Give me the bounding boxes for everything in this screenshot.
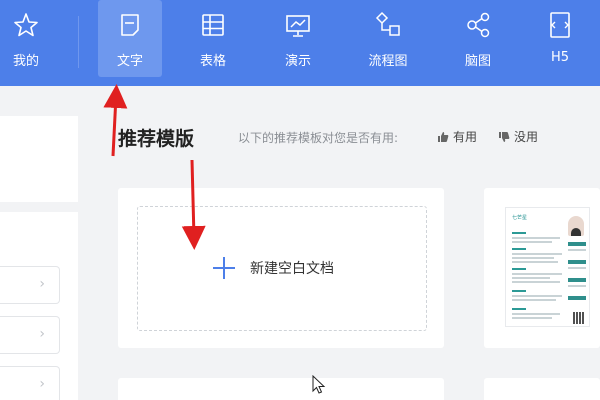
sidebar-list-item[interactable]: › [0,366,60,400]
useless-label: 没用 [514,130,539,144]
top-toolbar: 我的 文字 表格 演示 流程图 脑图 H5 [0,0,600,86]
toolbar-item-text[interactable]: 文字 [98,0,162,86]
sidebar-list-item[interactable]: › [0,266,60,304]
toolbar-item-h5[interactable]: H5 [530,0,590,86]
toolbar-item-table[interactable]: 表格 [183,0,243,86]
toolbar-item-flowchart[interactable]: 流程图 [358,0,418,86]
new-blank-doc-button[interactable]: 新建空白文档 [212,256,334,280]
template-card[interactable] [484,378,600,400]
resume-photo [568,216,584,236]
sidebar-card-top [0,116,78,202]
useless-button[interactable]: 没用 [498,128,538,145]
toolbar-item-label: 文字 [116,54,143,69]
arrow-up-to-text-tab [103,84,128,157]
toolbar-item-presentation[interactable]: 演示 [268,0,328,86]
presentation-icon [286,15,310,37]
section-title: 推荐模版 [118,128,195,150]
new-blank-doc-label: 新建空白文档 [250,261,334,277]
toolbar-item-mine[interactable]: 我的 [0,0,52,86]
toolbar-item-label: 表格 [199,54,226,69]
toolbar-item-label: 脑图 [464,54,491,69]
table-icon [202,14,224,36]
mouse-cursor-icon [312,375,326,394]
thumbs-up-icon [438,131,449,142]
useful-button[interactable]: 有用 [437,128,477,145]
flowchart-icon [375,11,400,36]
sidebar-list-item[interactable]: › [0,316,60,354]
resume-template-thumbnail[interactable]: 七芒星 [505,207,590,327]
chevron-right-icon: › [39,376,45,392]
toolbar-divider [78,16,79,68]
toolbar-item-mindmap[interactable]: 脑图 [448,0,508,86]
star-icon [14,13,38,37]
h5-icon [550,12,570,38]
toolbar-item-label: 演示 [284,54,311,69]
resume-name: 七芒星 [512,215,528,221]
document-icon [121,14,139,36]
template-card[interactable] [118,378,444,400]
thumbs-down-icon [499,131,510,142]
plus-icon [212,256,236,280]
toolbar-item-label: H5 [550,50,570,65]
mindmap-icon [467,12,490,38]
useful-label: 有用 [453,130,478,144]
chevron-right-icon: › [39,276,45,292]
toolbar-item-label: 我的 [12,54,39,69]
qr-code [573,312,585,324]
sidebar-card-list: › › › [0,212,78,400]
feedback-prompt: 以下的推荐模板对您是否有用: [238,131,399,145]
toolbar-item-label: 流程图 [368,54,408,69]
chevron-right-icon: › [39,326,45,342]
